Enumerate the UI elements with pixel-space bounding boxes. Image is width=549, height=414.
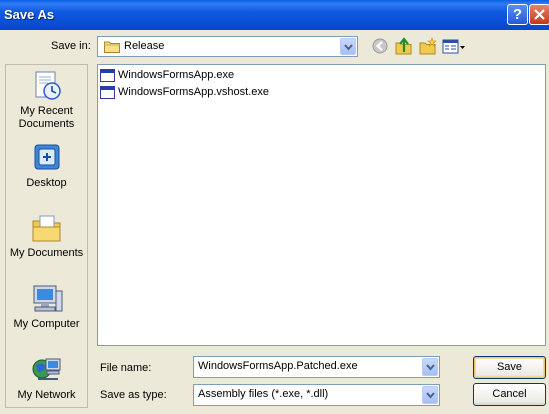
views-menu-icon[interactable]	[442, 37, 466, 55]
chevron-down-icon	[344, 44, 353, 51]
file-name: WindowsFormsApp.exe	[118, 69, 235, 81]
place-label: My Recent Documents	[18, 105, 75, 130]
save-in-dropdown-button[interactable]	[340, 38, 356, 55]
file-name-label: File name:	[100, 362, 152, 374]
file-name: WindowsFormsApp.vshost.exe	[118, 86, 269, 98]
my-recent-documents-icon	[35, 71, 61, 100]
my-network-icon	[32, 358, 60, 380]
my-computer-icon	[33, 285, 62, 312]
title-bar[interactable]: Save As ?	[0, 0, 549, 30]
places-bar: My Recent Documents Desktop My Documents	[5, 64, 88, 408]
save-in-label: Save in:	[51, 40, 91, 52]
folder-icon	[104, 41, 120, 53]
save-as-type-label: Save as type:	[100, 389, 167, 401]
save-as-type-dropdown-button[interactable]	[422, 386, 438, 404]
dialog-title: Save As	[4, 7, 55, 22]
chevron-down-icon	[426, 364, 435, 371]
place-label: Desktop	[26, 177, 67, 189]
file-name-dropdown-button[interactable]	[422, 358, 438, 376]
desktop-icon	[34, 144, 59, 170]
place-my-recent-documents[interactable]: My Recent Documents	[6, 69, 87, 131]
place-label: My Network	[17, 389, 76, 401]
place-my-network[interactable]: My Network	[6, 353, 87, 402]
executable-icon	[100, 69, 115, 82]
executable-icon	[100, 86, 115, 99]
save-button[interactable]: Save	[473, 356, 546, 379]
save-in-value: Release	[124, 40, 165, 52]
file-list[interactable]: WindowsFormsApp.exe WindowsFormsApp.vsho…	[97, 64, 546, 346]
my-documents-icon	[32, 215, 60, 242]
cancel-button[interactable]: Cancel	[473, 383, 546, 406]
place-desktop[interactable]: Desktop	[6, 141, 87, 190]
help-button[interactable]: ?	[507, 4, 528, 25]
up-one-level-icon[interactable]	[395, 37, 413, 55]
file-name-input[interactable]: WindowsFormsApp.Patched.exe	[193, 356, 440, 378]
place-my-documents[interactable]: My Documents	[6, 211, 87, 260]
new-folder-icon[interactable]	[419, 37, 437, 55]
close-button[interactable]	[529, 4, 549, 25]
save-as-type-dropdown[interactable]: Assembly files (*.exe, *.dll)	[193, 384, 440, 406]
chevron-down-icon	[426, 392, 435, 399]
place-label: My Computer	[13, 318, 80, 330]
place-label: My Documents	[9, 247, 84, 259]
save-as-type-value: Assembly files (*.exe, *.dll)	[198, 388, 329, 400]
close-icon	[534, 9, 545, 20]
file-name-value: WindowsFormsApp.Patched.exe	[198, 360, 358, 372]
place-my-computer[interactable]: My Computer	[6, 282, 87, 331]
help-icon: ?	[512, 6, 523, 23]
back-icon[interactable]	[372, 37, 388, 55]
save-as-dialog: Save As ? Save in: Release My Recent Doc…	[0, 0, 549, 414]
save-in-dropdown[interactable]: Release	[97, 36, 358, 57]
